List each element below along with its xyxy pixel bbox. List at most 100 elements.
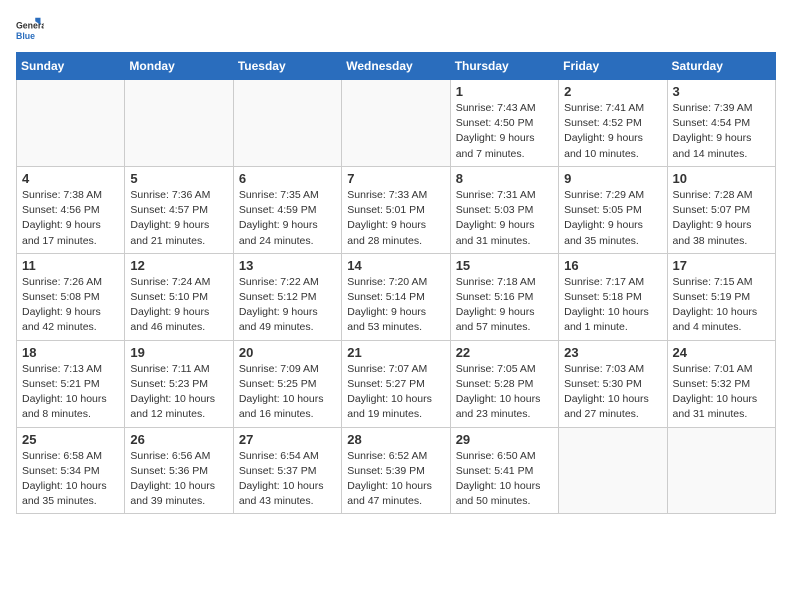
calendar-cell: 26 Sunrise: 6:56 AMSunset: 5:36 PMDayligh… bbox=[125, 427, 233, 514]
calendar-cell: 4 Sunrise: 7:38 AMSunset: 4:56 PMDaylight… bbox=[17, 166, 125, 253]
day-info: Sunrise: 6:56 AMSunset: 5:36 PMDaylight:… bbox=[130, 449, 227, 510]
day-info: Sunrise: 7:17 AMSunset: 5:18 PMDaylight:… bbox=[564, 275, 661, 336]
calendar-week-row: 4 Sunrise: 7:38 AMSunset: 4:56 PMDaylight… bbox=[17, 166, 776, 253]
day-info: Sunrise: 7:13 AMSunset: 5:21 PMDaylight:… bbox=[22, 362, 119, 423]
calendar-cell: 17 Sunrise: 7:15 AMSunset: 5:19 PMDayligh… bbox=[667, 253, 775, 340]
day-header-friday: Friday bbox=[559, 53, 667, 80]
day-info: Sunrise: 7:20 AMSunset: 5:14 PMDaylight:… bbox=[347, 275, 444, 336]
day-info: Sunrise: 7:22 AMSunset: 5:12 PMDaylight:… bbox=[239, 275, 336, 336]
day-info: Sunrise: 6:50 AMSunset: 5:41 PMDaylight:… bbox=[456, 449, 553, 510]
day-info: Sunrise: 7:33 AMSunset: 5:01 PMDaylight:… bbox=[347, 188, 444, 249]
calendar-week-row: 1 Sunrise: 7:43 AMSunset: 4:50 PMDaylight… bbox=[17, 80, 776, 167]
day-number: 6 bbox=[239, 171, 336, 186]
day-info: Sunrise: 7:01 AMSunset: 5:32 PMDaylight:… bbox=[673, 362, 770, 423]
day-info: Sunrise: 7:26 AMSunset: 5:08 PMDaylight:… bbox=[22, 275, 119, 336]
day-number: 21 bbox=[347, 345, 444, 360]
calendar-cell: 19Sunrise: 7:11 AMSunset: 5:23 PMDayligh… bbox=[125, 340, 233, 427]
day-number: 14 bbox=[347, 258, 444, 273]
day-number: 25 bbox=[22, 432, 119, 447]
day-number: 16 bbox=[564, 258, 661, 273]
calendar-cell: 16 Sunrise: 7:17 AMSunset: 5:18 PMDayligh… bbox=[559, 253, 667, 340]
day-number: 20 bbox=[239, 345, 336, 360]
calendar-cell: 1 Sunrise: 7:43 AMSunset: 4:50 PMDaylight… bbox=[450, 80, 558, 167]
day-number: 19 bbox=[130, 345, 227, 360]
calendar-cell: 28 Sunrise: 6:52 AMSunset: 5:39 PMDayligh… bbox=[342, 427, 450, 514]
calendar-week-row: 25 Sunrise: 6:58 AMSunset: 5:34 PMDayligh… bbox=[17, 427, 776, 514]
day-info: Sunrise: 7:18 AMSunset: 5:16 PMDaylight:… bbox=[456, 275, 553, 336]
day-number: 27 bbox=[239, 432, 336, 447]
calendar-cell: 27 Sunrise: 6:54 AMSunset: 5:37 PMDayligh… bbox=[233, 427, 341, 514]
day-number: 12 bbox=[130, 258, 227, 273]
day-info: Sunrise: 7:03 AMSunset: 5:30 PMDaylight:… bbox=[564, 362, 661, 423]
calendar-cell: 13 Sunrise: 7:22 AMSunset: 5:12 PMDayligh… bbox=[233, 253, 341, 340]
day-info: Sunrise: 6:54 AMSunset: 5:37 PMDaylight:… bbox=[239, 449, 336, 510]
day-number: 23 bbox=[564, 345, 661, 360]
day-header-tuesday: Tuesday bbox=[233, 53, 341, 80]
day-number: 8 bbox=[456, 171, 553, 186]
day-number: 17 bbox=[673, 258, 770, 273]
day-info: Sunrise: 7:38 AMSunset: 4:56 PMDaylight:… bbox=[22, 188, 119, 249]
calendar-cell: 12 Sunrise: 7:24 AMSunset: 5:10 PMDayligh… bbox=[125, 253, 233, 340]
day-number: 13 bbox=[239, 258, 336, 273]
calendar-cell bbox=[667, 427, 775, 514]
day-number: 9 bbox=[564, 171, 661, 186]
day-number: 1 bbox=[456, 84, 553, 99]
logo-icon: GeneralBlue bbox=[16, 16, 44, 44]
calendar-cell: 24 Sunrise: 7:01 AMSunset: 5:32 PMDayligh… bbox=[667, 340, 775, 427]
calendar-cell: 25 Sunrise: 6:58 AMSunset: 5:34 PMDayligh… bbox=[17, 427, 125, 514]
day-info: Sunrise: 7:09 AMSunset: 5:25 PMDaylight:… bbox=[239, 362, 336, 423]
day-info: Sunrise: 7:31 AMSunset: 5:03 PMDaylight:… bbox=[456, 188, 553, 249]
day-number: 18 bbox=[22, 345, 119, 360]
svg-text:Blue: Blue bbox=[16, 31, 35, 41]
day-info: Sunrise: 7:43 AMSunset: 4:50 PMDaylight:… bbox=[456, 101, 553, 162]
calendar-table: SundayMondayTuesdayWednesdayThursdayFrid… bbox=[16, 52, 776, 514]
calendar-cell: 5Sunrise: 7:36 AMSunset: 4:57 PMDaylight… bbox=[125, 166, 233, 253]
calendar-cell: 9Sunrise: 7:29 AMSunset: 5:05 PMDaylight… bbox=[559, 166, 667, 253]
day-number: 11 bbox=[22, 258, 119, 273]
calendar-cell: 21Sunrise: 7:07 AMSunset: 5:27 PMDayligh… bbox=[342, 340, 450, 427]
day-number: 24 bbox=[673, 345, 770, 360]
day-number: 29 bbox=[456, 432, 553, 447]
day-header-monday: Monday bbox=[125, 53, 233, 80]
calendar-cell: 23 Sunrise: 7:03 AMSunset: 5:30 PMDayligh… bbox=[559, 340, 667, 427]
day-info: Sunrise: 6:52 AMSunset: 5:39 PMDaylight:… bbox=[347, 449, 444, 510]
day-number: 26 bbox=[130, 432, 227, 447]
calendar-cell: 3 Sunrise: 7:39 AMSunset: 4:54 PMDaylight… bbox=[667, 80, 775, 167]
calendar-cell: 11 Sunrise: 7:26 AMSunset: 5:08 PMDayligh… bbox=[17, 253, 125, 340]
day-number: 3 bbox=[673, 84, 770, 99]
calendar-cell bbox=[559, 427, 667, 514]
day-info: Sunrise: 7:24 AMSunset: 5:10 PMDaylight:… bbox=[130, 275, 227, 336]
day-info: Sunrise: 7:28 AMSunset: 5:07 PMDaylight:… bbox=[673, 188, 770, 249]
calendar-cell: 7 Sunrise: 7:33 AMSunset: 5:01 PMDaylight… bbox=[342, 166, 450, 253]
day-header-thursday: Thursday bbox=[450, 53, 558, 80]
calendar-cell bbox=[17, 80, 125, 167]
page-header: GeneralBlue bbox=[16, 16, 776, 44]
calendar-cell bbox=[342, 80, 450, 167]
day-info: Sunrise: 6:58 AMSunset: 5:34 PMDaylight:… bbox=[22, 449, 119, 510]
day-number: 4 bbox=[22, 171, 119, 186]
calendar-cell: 15 Sunrise: 7:18 AMSunset: 5:16 PMDayligh… bbox=[450, 253, 558, 340]
day-number: 5 bbox=[130, 171, 227, 186]
day-number: 22 bbox=[456, 345, 553, 360]
logo: GeneralBlue bbox=[16, 16, 44, 44]
calendar-cell: 22Sunrise: 7:05 AMSunset: 5:28 PMDayligh… bbox=[450, 340, 558, 427]
day-info: Sunrise: 7:35 AMSunset: 4:59 PMDaylight:… bbox=[239, 188, 336, 249]
day-info: Sunrise: 7:15 AMSunset: 5:19 PMDaylight:… bbox=[673, 275, 770, 336]
calendar-week-row: 11 Sunrise: 7:26 AMSunset: 5:08 PMDayligh… bbox=[17, 253, 776, 340]
day-number: 15 bbox=[456, 258, 553, 273]
calendar-cell: 20 Sunrise: 7:09 AMSunset: 5:25 PMDayligh… bbox=[233, 340, 341, 427]
calendar-cell bbox=[125, 80, 233, 167]
calendar-cell bbox=[233, 80, 341, 167]
day-info: Sunrise: 7:41 AMSunset: 4:52 PMDaylight:… bbox=[564, 101, 661, 162]
day-number: 7 bbox=[347, 171, 444, 186]
calendar-cell: 6 Sunrise: 7:35 AMSunset: 4:59 PMDaylight… bbox=[233, 166, 341, 253]
calendar-header-row: SundayMondayTuesdayWednesdayThursdayFrid… bbox=[17, 53, 776, 80]
day-header-wednesday: Wednesday bbox=[342, 53, 450, 80]
day-number: 10 bbox=[673, 171, 770, 186]
day-number: 28 bbox=[347, 432, 444, 447]
calendar-cell: 29 Sunrise: 6:50 AMSunset: 5:41 PMDayligh… bbox=[450, 427, 558, 514]
day-info: Sunrise: 7:39 AMSunset: 4:54 PMDaylight:… bbox=[673, 101, 770, 162]
day-header-sunday: Sunday bbox=[17, 53, 125, 80]
calendar-week-row: 18 Sunrise: 7:13 AMSunset: 5:21 PMDayligh… bbox=[17, 340, 776, 427]
calendar-cell: 2Sunrise: 7:41 AMSunset: 4:52 PMDaylight… bbox=[559, 80, 667, 167]
